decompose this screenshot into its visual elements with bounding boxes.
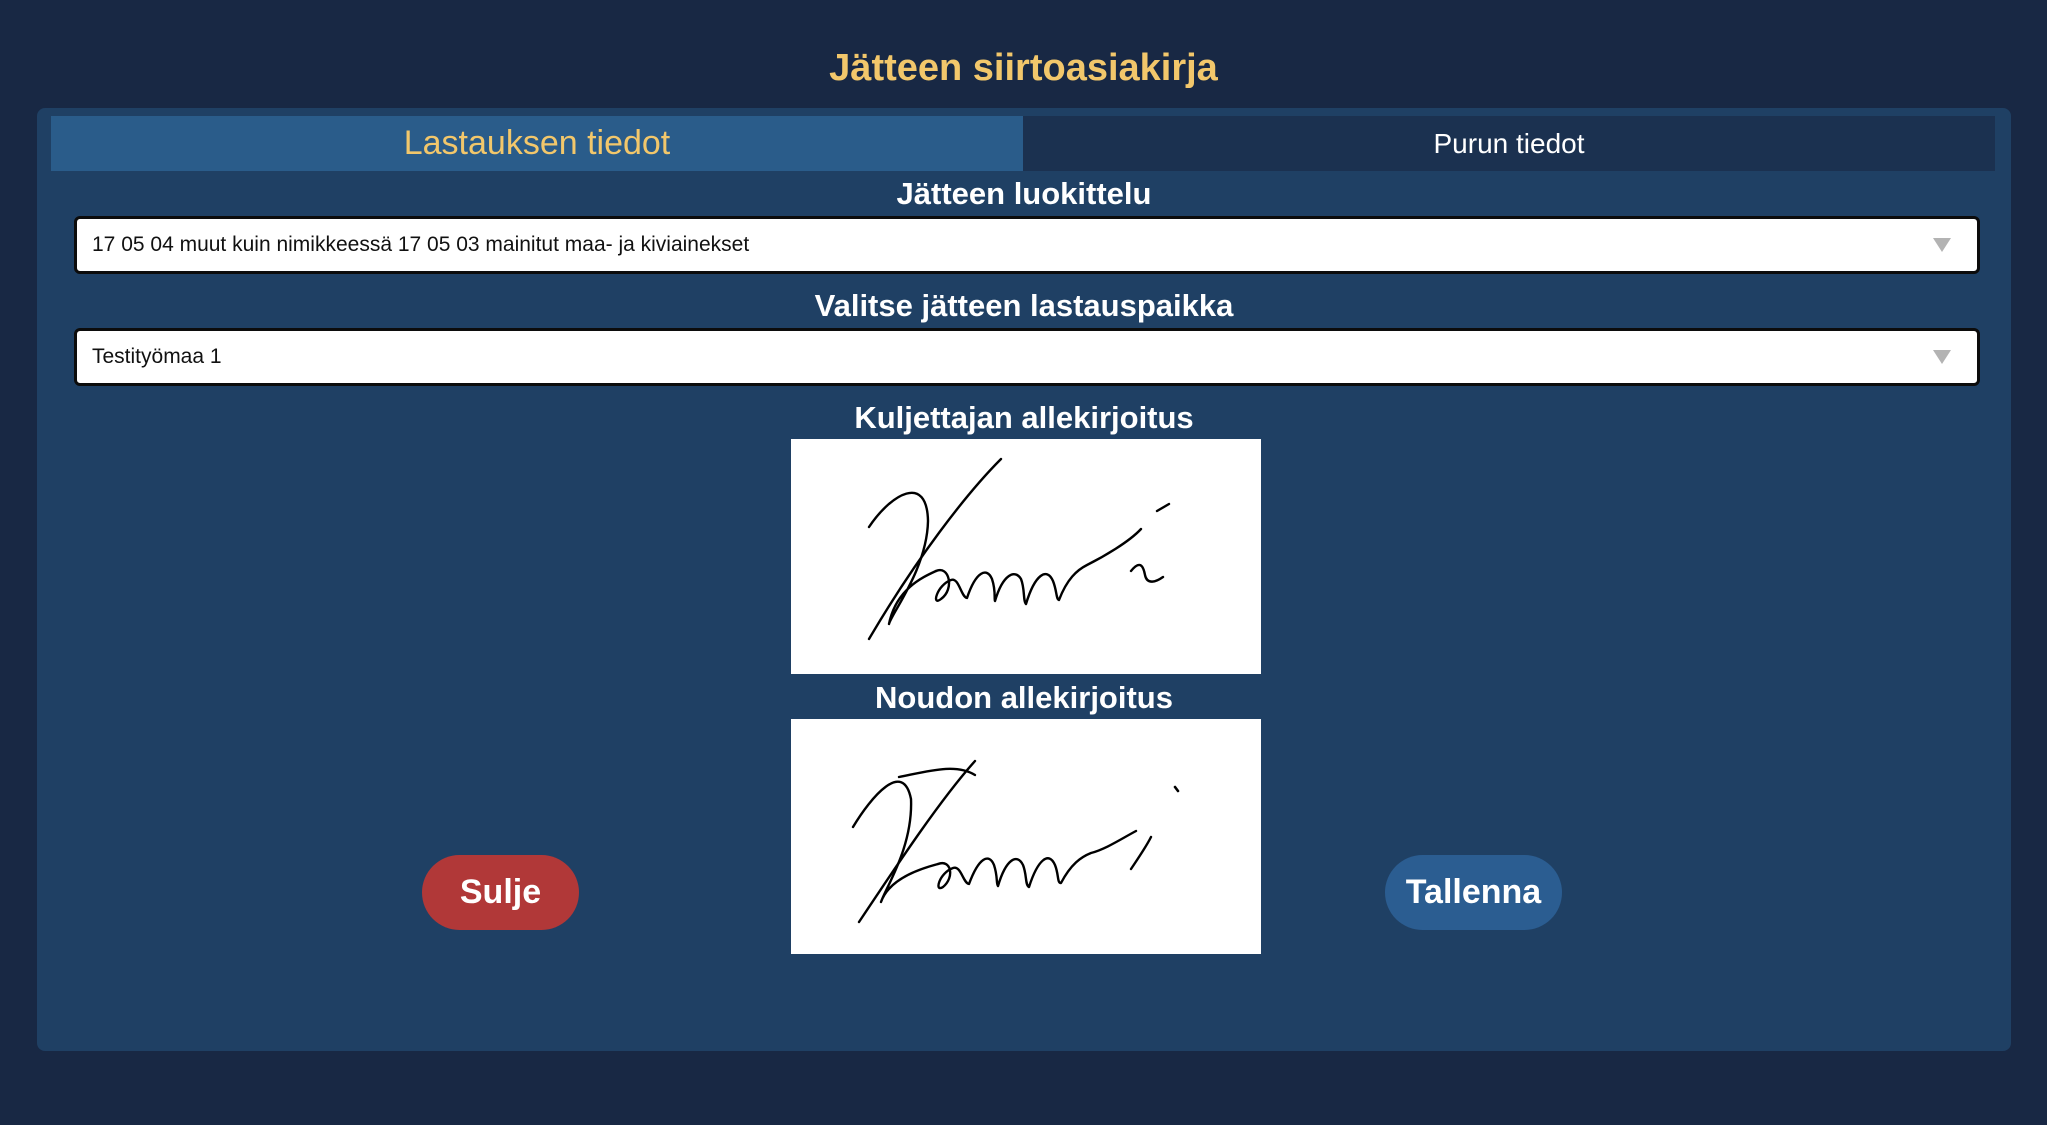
tab-bar: Lastauksen tiedot Purun tiedot (51, 116, 1995, 171)
driver-signature-pad[interactable] (791, 439, 1261, 674)
dropdown-arrow-icon (1933, 350, 1951, 364)
waste-classification-value: 17 05 04 muut kuin nimikkeessä 17 05 03 … (92, 233, 750, 256)
loading-site-value: Testityömaa 1 (92, 345, 222, 368)
tab-unloading-details[interactable]: Purun tiedot (1023, 116, 1995, 171)
page-title: Jätteen siirtoasiakirja (829, 47, 1218, 89)
loading-site-select[interactable]: Testityömaa 1 (74, 328, 1980, 386)
save-button[interactable]: Tallenna (1385, 855, 1562, 930)
driver-signature-drawing (867, 457, 1171, 641)
driver-signature-label: Kuljettajan allekirjoitus (854, 400, 1194, 435)
waste-classification-label: Jätteen luokittelu (896, 176, 1152, 211)
close-button[interactable]: Sulje (422, 855, 579, 930)
dropdown-arrow-icon (1933, 238, 1951, 252)
loading-site-label: Valitse jätteen lastauspaikka (814, 288, 1234, 323)
pickup-signature-drawing (851, 759, 1180, 924)
pickup-signature-label: Noudon allekirjoitus (875, 680, 1173, 715)
pickup-signature-pad[interactable] (791, 719, 1261, 954)
tab-loading-details[interactable]: Lastauksen tiedot (51, 116, 1023, 171)
form-panel: Lastauksen tiedot Purun tiedot Jätteen l… (37, 108, 2011, 1051)
waste-classification-select[interactable]: 17 05 04 muut kuin nimikkeessä 17 05 03 … (74, 216, 1980, 274)
